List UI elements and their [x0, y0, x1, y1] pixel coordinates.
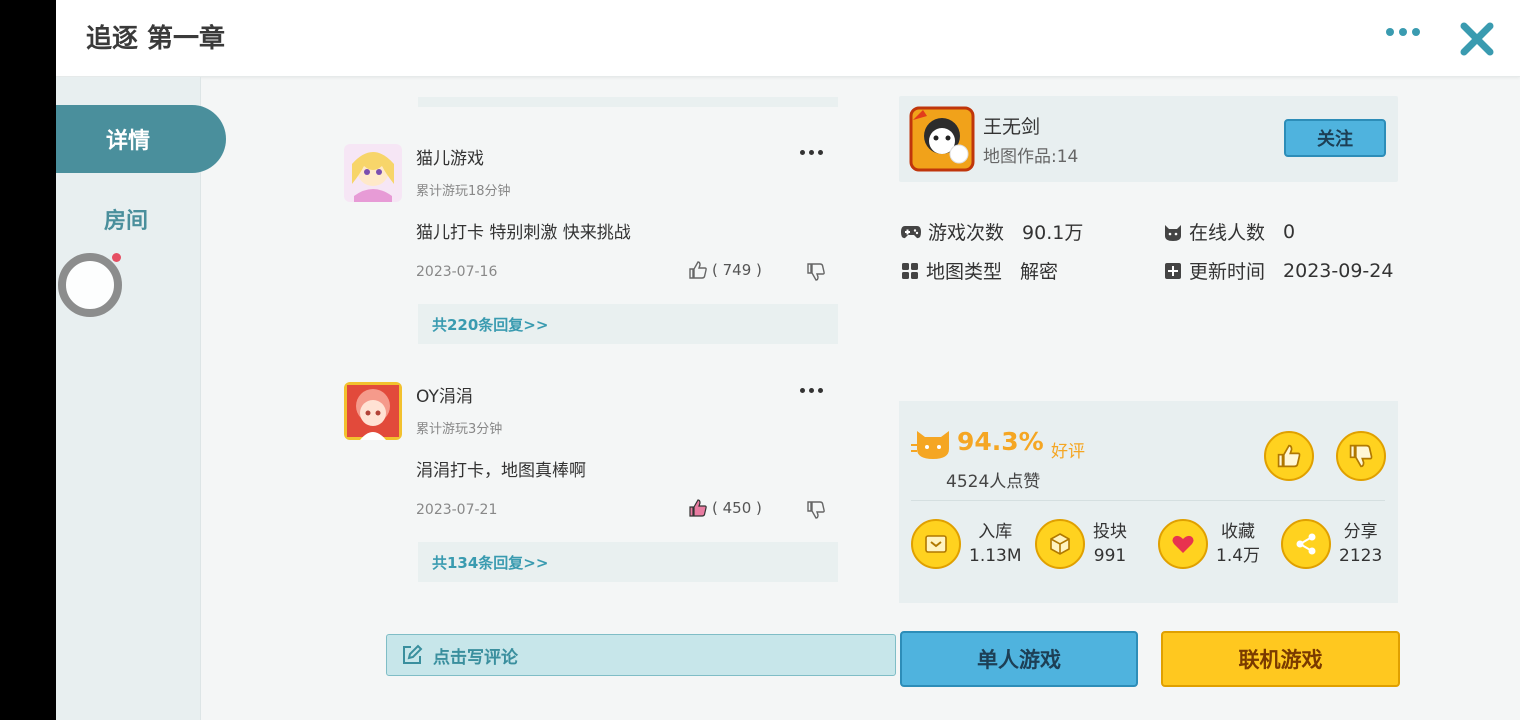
edit-icon	[403, 644, 423, 664]
author-works-count: 地图作品:14	[983, 147, 1079, 167]
rate-up-button[interactable]	[1264, 431, 1314, 481]
avatar[interactable]	[344, 144, 402, 202]
stat-map-type-label: 地图类型	[926, 261, 1003, 283]
author-avatar[interactable]	[909, 106, 975, 172]
thumbs-down-icon[interactable]	[806, 500, 826, 520]
action-favorite-label: 收藏	[1221, 522, 1256, 542]
comment-like-count: ( 749 )	[712, 261, 762, 279]
stat-updated-label: 更新时间	[1189, 261, 1266, 283]
thumbs-up-icon	[1277, 444, 1301, 468]
stat-online-value: 0	[1283, 220, 1296, 243]
thumbs-down-icon	[1349, 444, 1373, 468]
rating-percent: 94.3%	[957, 427, 1044, 456]
multiplayer-button[interactable]: 联机游戏	[1161, 631, 1400, 687]
write-comment-button[interactable]: 点击写评论	[386, 634, 896, 676]
heart-icon	[1158, 519, 1208, 569]
more-options-icon[interactable]	[1386, 28, 1420, 36]
cat-icon	[1165, 224, 1181, 241]
avatar[interactable]	[344, 382, 402, 440]
comment-playtime: 累计游玩3分钟	[416, 422, 503, 437]
comment-more-icon[interactable]	[800, 388, 823, 393]
cat-face-icon	[911, 431, 949, 459]
stat-updated: 更新时间 2023-09-24	[1163, 257, 1393, 284]
comment-replies-link[interactable]: 共220条回复>>	[418, 304, 838, 344]
block-icon	[1035, 519, 1085, 569]
stat-updated-value: 2023-09-24	[1283, 259, 1394, 282]
comment-username[interactable]: 猫儿游戏	[416, 144, 484, 169]
comment-like-button[interactable]: ( 450 )	[688, 498, 762, 518]
comment-text: 猫儿打卡 特别刺激 快来挑战	[416, 223, 631, 243]
single-player-button[interactable]: 单人游戏	[900, 631, 1138, 687]
action-share-label: 分享	[1343, 522, 1378, 542]
stat-online: 在线人数 0	[1163, 218, 1295, 245]
floating-assistant-button[interactable]	[58, 253, 122, 317]
inbox-icon	[911, 519, 961, 569]
stat-map-type: 地图类型 解密	[900, 257, 1058, 284]
plus-square-icon	[1165, 262, 1181, 279]
comment-like-button[interactable]: ( 749 )	[688, 260, 762, 280]
app-window: 追逐 第一章 详情 房间 猫儿游戏 累计游玩18分钟 猫儿打卡 特别刺激 快来挑…	[56, 0, 1520, 720]
share-icon	[1281, 519, 1331, 569]
author-name[interactable]: 王无剑	[983, 112, 1040, 139]
stat-plays-value: 90.1万	[1022, 222, 1084, 244]
comment-replies-link[interactable]: 共134条回复>>	[418, 542, 838, 582]
sidebar: 详情 房间	[56, 77, 226, 720]
rating-good-label: 好评	[1051, 442, 1085, 462]
comment-username[interactable]: OY涓涓	[416, 382, 473, 407]
page-title: 追逐 第一章	[86, 24, 226, 54]
comment-text: 涓涓打卡，地图真棒啊	[416, 461, 586, 481]
write-comment-label: 点击写评论	[433, 647, 518, 668]
stat-plays-label: 游戏次数	[928, 222, 1005, 244]
stat-plays: 游戏次数 90.1万	[900, 218, 1083, 245]
rating-card: 94.3% 好评 4524人点赞 入库 1.13M 投块 991 收藏 1.4万…	[899, 401, 1398, 603]
tab-details[interactable]: 详情	[56, 105, 226, 173]
rating-like-count: 4524人点赞	[946, 472, 1041, 492]
stat-map-type-value: 解密	[1020, 261, 1059, 283]
follow-button[interactable]: 关注	[1284, 119, 1386, 157]
thumbs-up-filled-icon	[689, 499, 707, 517]
divider	[911, 500, 1385, 501]
tab-room[interactable]: 房间	[104, 203, 148, 235]
action-share-value: 2123	[1339, 546, 1383, 566]
comment-date: 2023-07-21	[416, 502, 498, 518]
gamepad-icon	[901, 225, 921, 238]
comment-list: 猫儿游戏 累计游玩18分钟 猫儿打卡 特别刺激 快来挑战 2023-07-16 …	[256, 77, 896, 720]
rate-down-button[interactable]	[1336, 431, 1386, 481]
comment-like-count: ( 450 )	[712, 499, 762, 517]
action-favorite-value: 1.4万	[1216, 546, 1261, 566]
author-card: 王无剑 地图作品:14 关注	[899, 96, 1398, 182]
close-icon[interactable]	[1458, 20, 1496, 58]
action-share[interactable]: 分享 2123	[1281, 519, 1382, 569]
action-favorite[interactable]: 收藏 1.4万	[1158, 519, 1260, 569]
thumbs-up-icon	[689, 261, 707, 279]
action-collect[interactable]: 入库 1.13M	[911, 519, 1022, 569]
action-collect-label: 入库	[978, 522, 1013, 542]
grid-icon	[902, 262, 918, 279]
action-donate-label: 投块	[1093, 522, 1127, 542]
stat-online-label: 在线人数	[1189, 222, 1266, 244]
previous-replies-bar	[418, 97, 838, 107]
action-donate-block[interactable]: 投块 991	[1035, 519, 1127, 569]
comment-playtime: 累计游玩18分钟	[416, 184, 511, 199]
action-collect-value: 1.13M	[969, 546, 1022, 566]
thumbs-down-icon[interactable]	[806, 262, 826, 282]
comment-date: 2023-07-16	[416, 264, 498, 280]
header-bar: 追逐 第一章	[56, 0, 1520, 77]
action-donate-value: 991	[1093, 546, 1127, 566]
comment-more-icon[interactable]	[800, 150, 823, 155]
notification-dot	[112, 253, 121, 262]
